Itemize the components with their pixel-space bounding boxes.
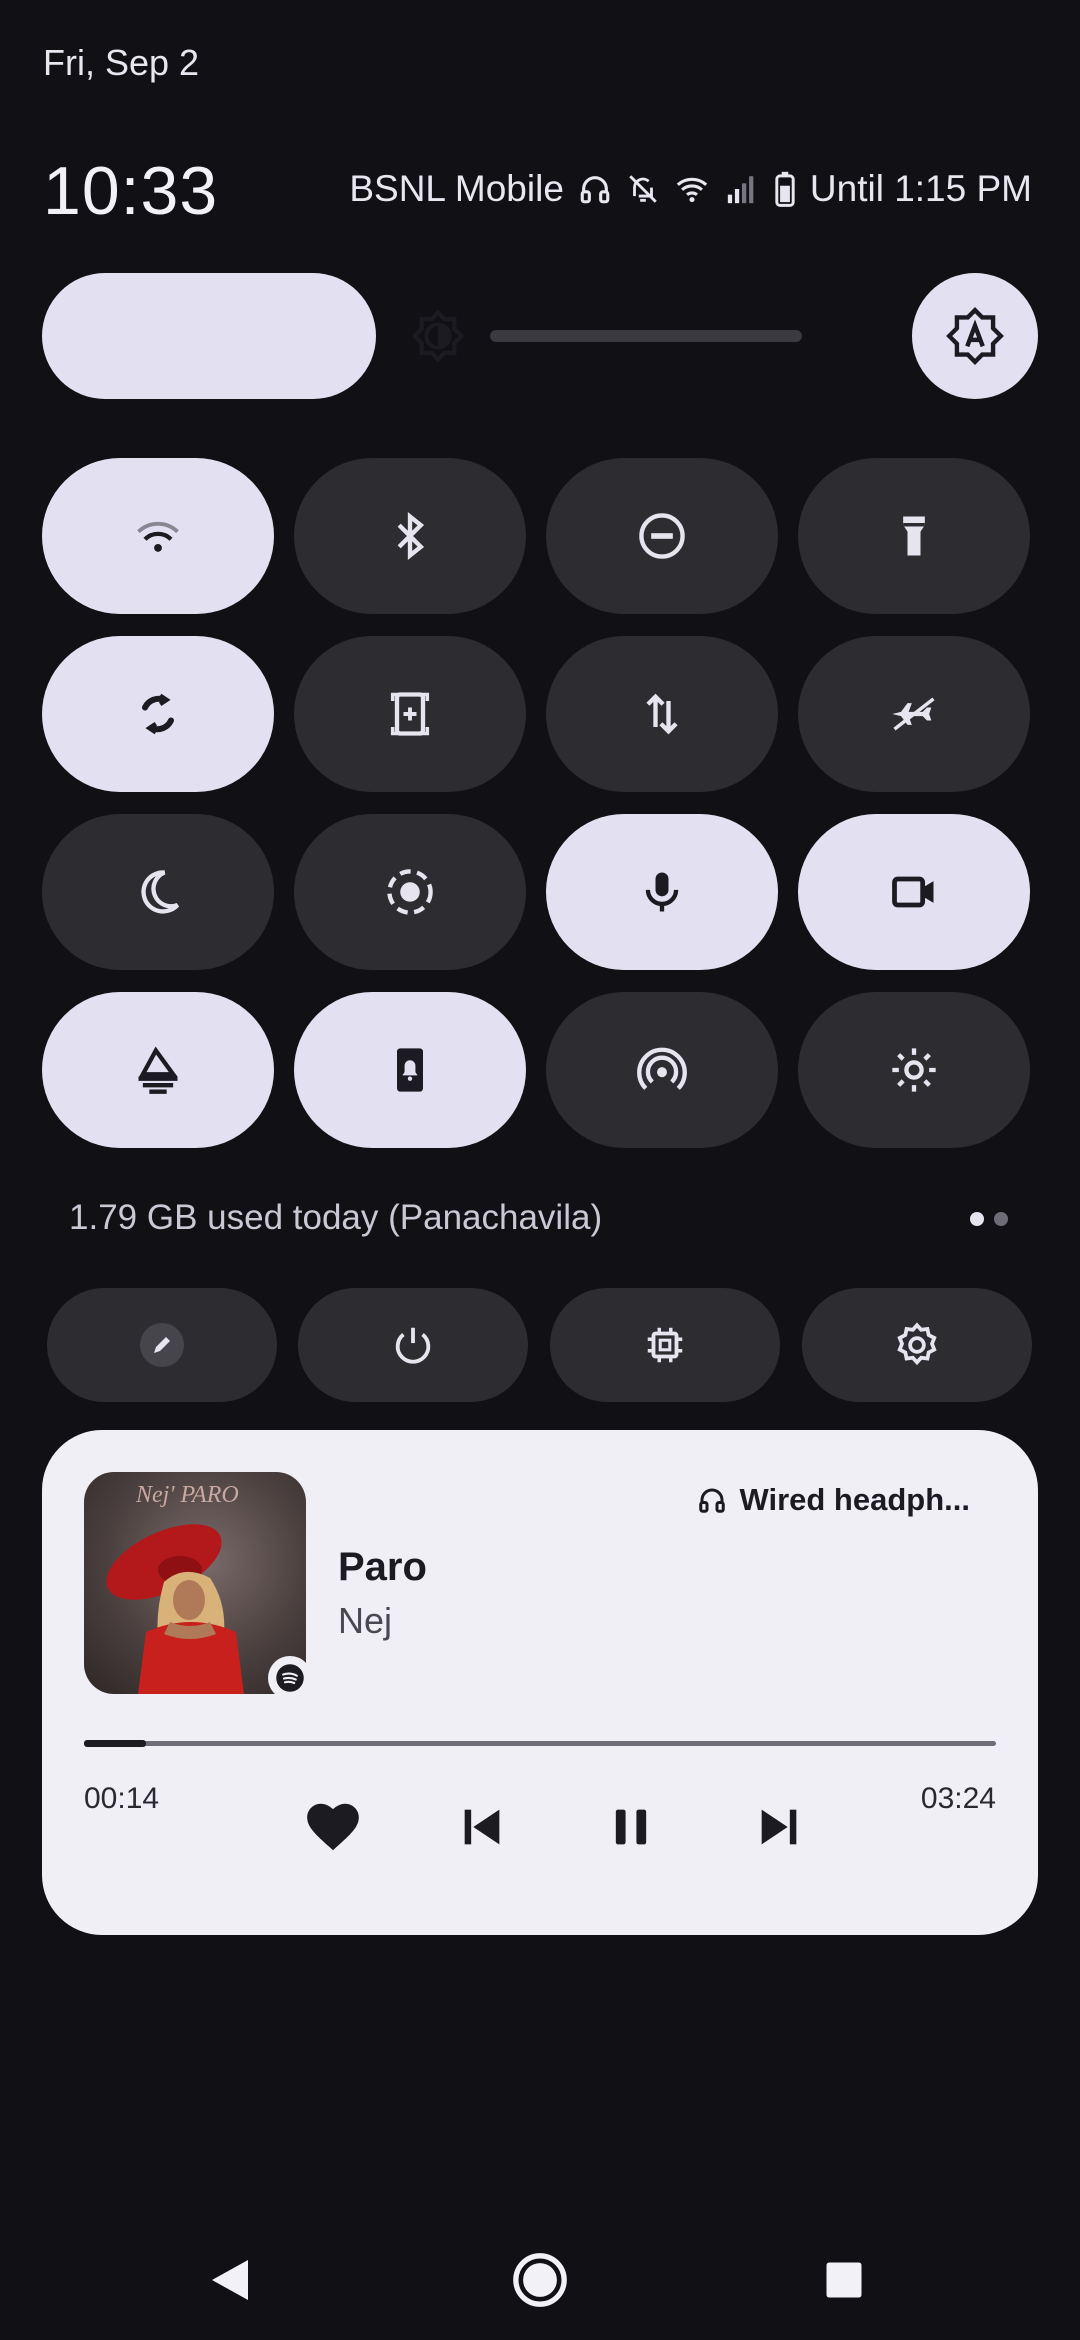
tile-screenshot[interactable] — [294, 636, 526, 792]
tile-do-not-disturb[interactable] — [546, 458, 778, 614]
brightness-track[interactable] — [490, 330, 802, 342]
auto-brightness-icon — [946, 307, 1004, 365]
skip-previous-icon — [464, 1809, 500, 1845]
album-art[interactable]: Nej' PARO — [84, 1472, 306, 1694]
clock[interactable]: 10:33 — [43, 152, 218, 230]
wifi-icon — [137, 521, 179, 552]
power-icon — [395, 1327, 431, 1364]
pause-button[interactable] — [596, 1792, 666, 1862]
tile-wifi[interactable] — [42, 458, 274, 614]
camera-icon — [892, 876, 934, 908]
skip-next-icon — [761, 1809, 797, 1845]
date: Fri, Sep 2 — [43, 42, 200, 83]
edit-button[interactable] — [47, 1288, 277, 1402]
output-device[interactable]: Wired headph... — [697, 1482, 970, 1518]
carrier-name: BSNL Mobile — [349, 168, 564, 209]
power-button[interactable] — [298, 1288, 528, 1402]
tile-bluetooth[interactable] — [294, 458, 526, 614]
album-art-text: Nej' PARO — [135, 1482, 239, 1508]
page-dot-active — [970, 1212, 984, 1226]
mobile-data-icon — [646, 693, 678, 735]
tile-camera[interactable] — [798, 814, 1030, 970]
recents-icon — [826, 2262, 862, 2298]
recents-button[interactable] — [804, 2240, 884, 2320]
battery-icon — [774, 171, 796, 207]
spotify-icon — [268, 1656, 312, 1700]
tile-sound-mode[interactable] — [294, 992, 526, 1148]
tile-eye-comfort[interactable] — [42, 992, 274, 1148]
dark-theme-icon — [141, 870, 180, 914]
tile-dark-theme[interactable] — [42, 814, 274, 970]
seek-bar[interactable] — [84, 1740, 996, 1747]
auto-brightness-button[interactable] — [912, 273, 1038, 399]
microphone-icon — [645, 872, 679, 912]
brightness-icon — [410, 308, 466, 364]
brightness-slider[interactable] — [42, 273, 376, 399]
output-device-label: Wired headph... — [739, 1482, 970, 1517]
elapsed-time: 00:14 — [84, 1782, 160, 1815]
page-dot — [994, 1212, 1008, 1226]
screenshot-icon — [390, 692, 430, 736]
settings-icon — [897, 1322, 937, 1366]
home-icon — [513, 2253, 567, 2307]
seek-bar-progress — [84, 1740, 147, 1747]
brightness-icon — [892, 1048, 936, 1092]
tile-screen-record[interactable] — [294, 814, 526, 970]
tile-auto-rotate[interactable] — [42, 636, 274, 792]
back-icon — [212, 2260, 248, 2300]
signal-icon — [724, 172, 760, 206]
device-info-button[interactable] — [550, 1288, 780, 1402]
status-bar: BSNL Mobile Until 1:15 PM — [349, 166, 1032, 212]
tile-hotspot[interactable] — [546, 992, 778, 1148]
pause-icon — [615, 1809, 647, 1845]
bluetooth-icon — [397, 511, 425, 561]
previous-button[interactable] — [447, 1792, 517, 1862]
hotspot-icon — [637, 1047, 687, 1090]
like-button[interactable] — [298, 1792, 368, 1862]
home-button[interactable] — [500, 2240, 580, 2320]
notifications-off-icon — [626, 172, 660, 206]
device-info-icon — [647, 1327, 683, 1363]
battery-saver-text: Until 1:15 PM — [809, 168, 1032, 209]
screen-record-icon — [387, 869, 433, 915]
artist-name: Nej — [338, 1600, 393, 1641]
song-title: Paro — [338, 1545, 427, 1589]
tile-microphone[interactable] — [546, 814, 778, 970]
headphones-icon — [699, 1488, 726, 1513]
tile-brightness[interactable] — [798, 992, 1030, 1148]
airplane-mode-icon — [892, 697, 935, 731]
flashlight-icon — [903, 516, 925, 556]
sound-mode-icon — [397, 1048, 423, 1092]
settings-button[interactable] — [802, 1288, 1032, 1402]
next-button[interactable] — [744, 1792, 814, 1862]
auto-rotate-icon — [141, 693, 175, 735]
tile-mobile-data[interactable] — [546, 636, 778, 792]
eye-comfort-icon — [138, 1046, 178, 1094]
tile-airplane-mode[interactable] — [798, 636, 1030, 792]
wifi-icon — [674, 172, 710, 206]
tile-flashlight[interactable] — [798, 458, 1030, 614]
do-not-disturb-icon — [639, 513, 685, 559]
edit-icon — [140, 1323, 184, 1367]
data-usage-text[interactable]: 1.79 GB used today (Panachavila) — [69, 1198, 602, 1238]
media-player-card[interactable]: Nej' PARO Wired headph... Paro Nej 00:14… — [42, 1430, 1038, 1935]
total-duration: 03:24 — [920, 1782, 996, 1815]
page-indicator — [970, 1212, 1008, 1226]
headphones-icon — [578, 172, 612, 206]
heart-icon — [307, 1803, 359, 1851]
back-button[interactable] — [190, 2240, 270, 2320]
